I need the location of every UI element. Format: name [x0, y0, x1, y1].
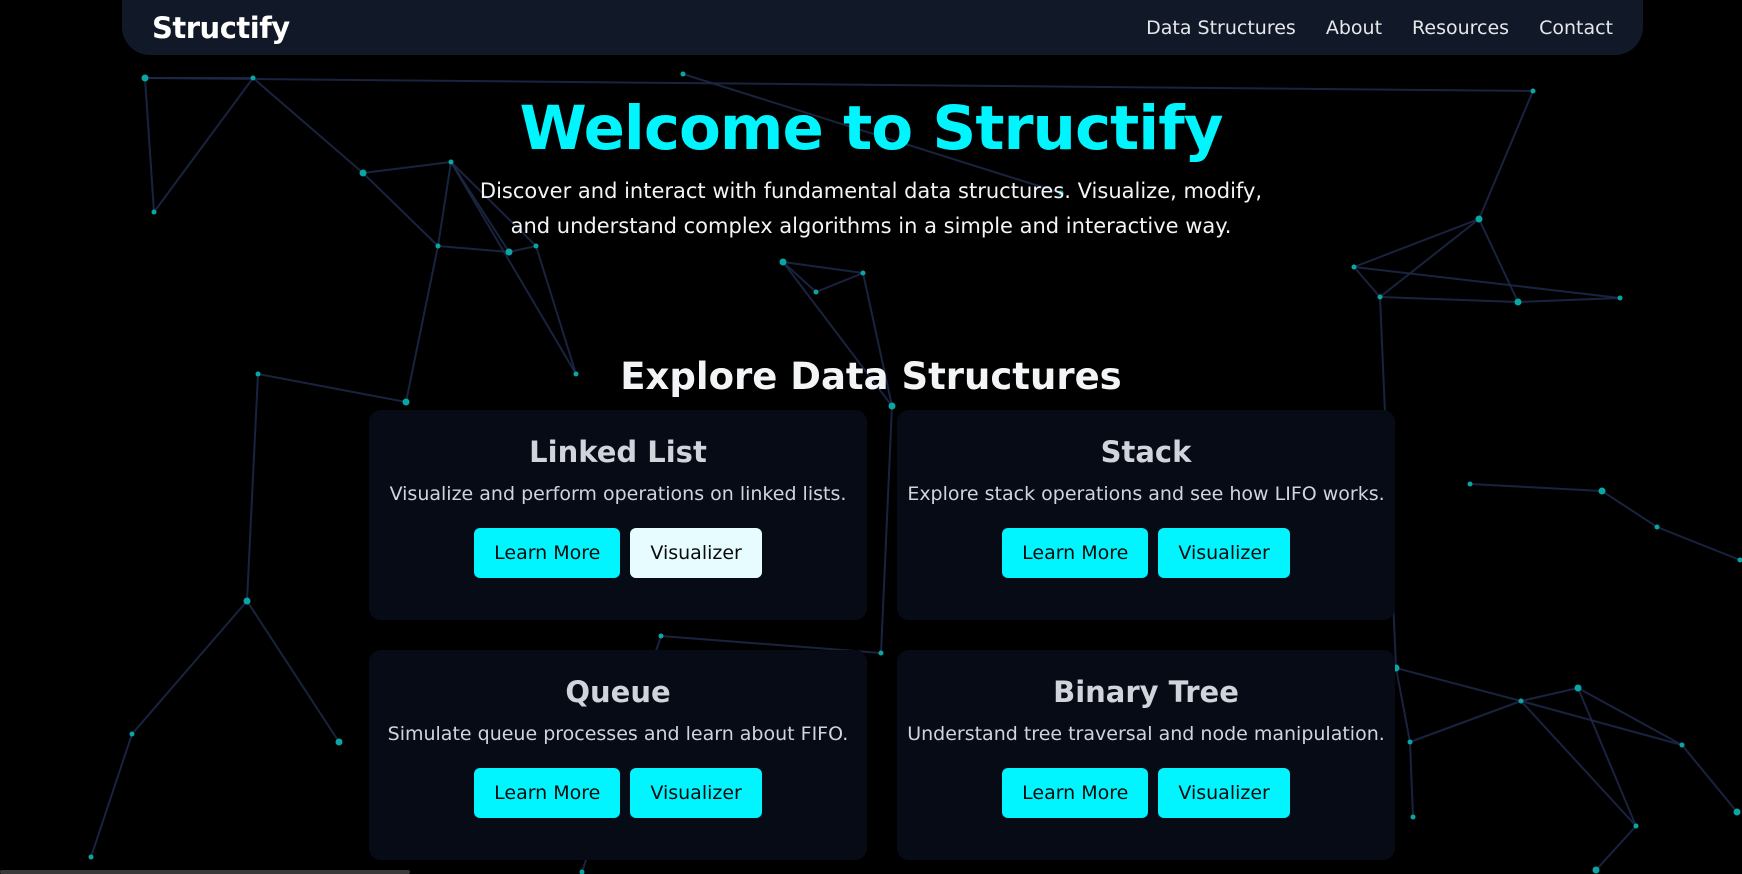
card-actions: Learn More Visualizer: [369, 528, 867, 578]
visualizer-button[interactable]: Visualizer: [630, 768, 762, 818]
card-description: Simulate queue processes and learn about…: [387, 723, 849, 745]
nav-links: Data Structures About Resources Contact: [1146, 17, 1613, 39]
hero: Welcome to Structify Discover and intera…: [0, 92, 1742, 244]
network-edge: [1379, 296, 1519, 303]
card-description: Visualize and perform operations on link…: [389, 483, 847, 505]
network-node: [129, 731, 135, 737]
horizontal-scrollbar[interactable]: [0, 870, 410, 874]
card-grid: Linked List Visualize and perform operat…: [369, 410, 1396, 860]
network-node: [533, 243, 539, 249]
network-edge: [1353, 266, 1381, 298]
network-node: [141, 74, 149, 82]
learn-more-button[interactable]: Learn More: [1002, 528, 1149, 578]
network-edge: [1520, 700, 1637, 827]
network-node: [1351, 264, 1357, 270]
network-node: [1377, 294, 1383, 300]
learn-more-button[interactable]: Learn More: [474, 768, 621, 818]
card-title: Linked List: [529, 435, 707, 469]
network-edge: [815, 272, 864, 293]
network-node: [1574, 684, 1582, 692]
network-node: [1592, 866, 1600, 874]
learn-more-button[interactable]: Learn More: [1002, 768, 1149, 818]
network-edge: [1577, 687, 1637, 827]
card-linked-list: Linked List Visualize and perform operat…: [369, 410, 867, 620]
network-edge: [1681, 744, 1738, 813]
network-node: [243, 597, 251, 605]
network-edge: [1520, 687, 1579, 702]
network-node: [680, 71, 686, 77]
network-node: [1617, 295, 1623, 301]
network-node: [402, 398, 410, 406]
network-node: [1514, 298, 1522, 306]
network-edge: [508, 245, 537, 253]
network-edge: [144, 77, 1534, 92]
network-node: [435, 243, 441, 249]
network-edge: [1595, 825, 1637, 871]
network-edge: [1409, 741, 1414, 818]
network-node: [1518, 698, 1524, 704]
network-edge: [1517, 297, 1621, 303]
network-edge: [246, 600, 340, 743]
network-node: [505, 248, 513, 256]
visualizer-button[interactable]: Visualizer: [1158, 768, 1290, 818]
card-actions: Learn More Visualizer: [897, 528, 1395, 578]
hero-subtitle: Discover and interact with fundamental d…: [479, 179, 1263, 238]
network-edge: [1409, 700, 1522, 743]
network-edge: [1353, 266, 1621, 299]
network-edge: [782, 261, 864, 274]
hero-title: Welcome to Structify: [519, 93, 1223, 164]
card-description: Understand tree traversal and node manip…: [907, 723, 1385, 745]
card-title: Stack: [1100, 435, 1192, 469]
network-edge: [246, 373, 259, 602]
network-node: [88, 854, 94, 860]
network-edge: [437, 245, 510, 253]
section-title: Explore Data Structures: [620, 354, 1122, 398]
nav-link-about[interactable]: About: [1326, 17, 1382, 39]
network-node: [1654, 524, 1660, 530]
network-edge: [90, 733, 133, 858]
brand-logo[interactable]: Structify: [152, 11, 290, 45]
visualizer-button[interactable]: Visualizer: [1158, 528, 1290, 578]
nav-link-resources[interactable]: Resources: [1412, 17, 1509, 39]
network-edge: [1656, 526, 1741, 561]
network-node: [1679, 742, 1685, 748]
network-node: [579, 869, 585, 874]
nav-link-data-structures[interactable]: Data Structures: [1146, 17, 1296, 39]
network-node: [1733, 808, 1741, 816]
page: Structify Data Structures About Resource…: [0, 0, 1742, 874]
learn-more-button[interactable]: Learn More: [474, 528, 621, 578]
network-edge: [1520, 700, 1683, 746]
visualizer-button[interactable]: Visualizer: [630, 528, 762, 578]
network-node: [1407, 739, 1413, 745]
network-edge: [131, 600, 248, 735]
network-edge: [1469, 483, 1603, 492]
network-node: [779, 258, 787, 266]
card-title: Queue: [565, 675, 671, 709]
network-edge: [1601, 490, 1658, 528]
card-description: Explore stack operations and see how LIF…: [907, 483, 1385, 505]
network-edge: [1395, 667, 1411, 743]
network-edge: [1577, 687, 1683, 746]
network-edge: [1395, 667, 1522, 702]
card-title: Binary Tree: [1053, 675, 1239, 709]
network-node: [860, 270, 866, 276]
network-node: [813, 289, 819, 295]
network-node: [335, 738, 343, 746]
network-node: [1633, 823, 1639, 829]
card-stack: Stack Explore stack operations and see h…: [897, 410, 1395, 620]
card-binary-tree: Binary Tree Understand tree traversal an…: [897, 650, 1395, 860]
card-actions: Learn More Visualizer: [369, 768, 867, 818]
network-node: [1467, 481, 1473, 487]
network-node: [1410, 814, 1416, 820]
card-queue: Queue Simulate queue processes and learn…: [369, 650, 867, 860]
navbar: Structify Data Structures About Resource…: [122, 0, 1643, 55]
network-node: [250, 75, 256, 81]
card-actions: Learn More Visualizer: [897, 768, 1395, 818]
network-node: [888, 402, 896, 410]
nav-link-contact[interactable]: Contact: [1539, 17, 1613, 39]
network-node: [1598, 487, 1606, 495]
